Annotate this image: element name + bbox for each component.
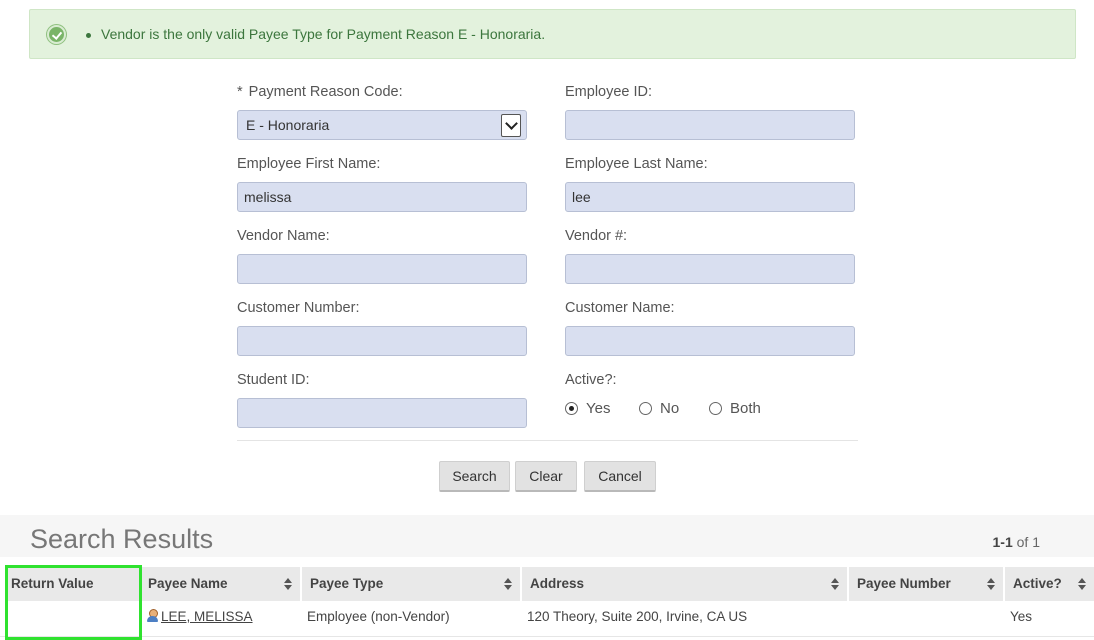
- search-button[interactable]: Search: [439, 461, 510, 492]
- payment-reason-label-text: Payment Reason Code:: [248, 84, 403, 100]
- person-icon: [146, 609, 160, 623]
- active-no-option[interactable]: No: [639, 400, 679, 417]
- chevron-down-icon[interactable]: [501, 114, 521, 137]
- employee-id-input[interactable]: [565, 110, 855, 140]
- cell-payee-type: Employee (non-Vendor): [307, 609, 450, 624]
- sort-icon[interactable]: [284, 578, 292, 590]
- radio-yes[interactable]: [565, 402, 578, 415]
- radio-no[interactable]: [639, 402, 652, 415]
- active-label: Active?:: [565, 372, 617, 388]
- active-both-label: Both: [730, 400, 761, 417]
- col-address[interactable]: Address: [522, 567, 847, 601]
- return-value-highlight: [5, 565, 142, 640]
- sort-icon[interactable]: [504, 578, 512, 590]
- pager-total: of 1: [1016, 534, 1040, 550]
- payment-reason-select[interactable]: E - Honoraria: [237, 110, 527, 140]
- customer-name-label: Customer Name:: [565, 300, 675, 316]
- col-payee-type-label: Payee Type: [310, 576, 384, 591]
- col-active-label: Active?: [1013, 576, 1062, 591]
- customer-number-label: Customer Number:: [237, 300, 360, 316]
- col-payee-name[interactable]: Payee Name: [142, 567, 300, 601]
- customer-number-input[interactable]: [237, 326, 527, 356]
- active-no-label: No: [660, 400, 680, 417]
- cell-address: 120 Theory, Suite 200, Irvine, CA US: [527, 609, 748, 624]
- active-yes-option[interactable]: Yes: [565, 400, 610, 417]
- vendor-number-input[interactable]: [565, 254, 855, 284]
- cancel-button[interactable]: Cancel: [584, 461, 656, 492]
- col-active[interactable]: Active?: [1005, 567, 1094, 601]
- form-divider: [237, 440, 858, 441]
- clear-button[interactable]: Clear: [515, 461, 577, 492]
- col-address-label: Address: [530, 576, 585, 591]
- radio-both[interactable]: [709, 402, 722, 415]
- payee-name-link[interactable]: LEE, MELISSA: [161, 609, 253, 624]
- col-payee-type[interactable]: Payee Type: [302, 567, 520, 601]
- sort-icon[interactable]: [831, 578, 839, 590]
- student-id-input[interactable]: [237, 398, 527, 428]
- employee-id-label: Employee ID:: [565, 84, 653, 100]
- check-circle-icon: [47, 25, 66, 44]
- pager-range: 1-1: [992, 534, 1013, 550]
- vendor-name-label: Vendor Name:: [237, 228, 330, 244]
- cell-active: Yes: [1010, 609, 1033, 624]
- vendor-number-label: Vendor #:: [565, 228, 628, 244]
- active-yes-label: Yes: [586, 400, 611, 417]
- cell-payee-name[interactable]: LEE, MELISSA: [146, 603, 253, 633]
- pager: 1-1 of 1: [993, 534, 1040, 550]
- success-alert: Vendor is the only valid Payee Type for …: [29, 9, 1076, 59]
- col-payee-number[interactable]: Payee Number: [849, 567, 1003, 601]
- employee-first-name-label: Employee First Name:: [237, 156, 381, 172]
- sort-icon[interactable]: [987, 578, 995, 590]
- employee-last-name-input[interactable]: lee: [565, 182, 855, 212]
- alert-message: Vendor is the only valid Payee Type for …: [101, 26, 546, 42]
- employee-first-name-input[interactable]: melissa: [237, 182, 527, 212]
- vendor-name-input[interactable]: [237, 254, 527, 284]
- col-payee-name-label: Payee Name: [148, 576, 228, 591]
- col-payee-number-label: Payee Number: [857, 576, 951, 591]
- required-mark: *: [237, 84, 243, 100]
- employee-last-name-label: Employee Last Name:: [565, 156, 708, 172]
- student-id-label: Student ID:: [237, 372, 310, 388]
- sort-icon[interactable]: [1078, 578, 1086, 590]
- payment-reason-value: E - Honoraria: [246, 117, 330, 133]
- bullet-dot: [86, 33, 91, 38]
- row-divider: [0, 636, 1094, 637]
- active-both-option[interactable]: Both: [709, 400, 761, 417]
- payment-reason-label: * Payment Reason Code:: [237, 84, 403, 100]
- results-title: Search Results: [30, 524, 214, 554]
- customer-name-input[interactable]: [565, 326, 855, 356]
